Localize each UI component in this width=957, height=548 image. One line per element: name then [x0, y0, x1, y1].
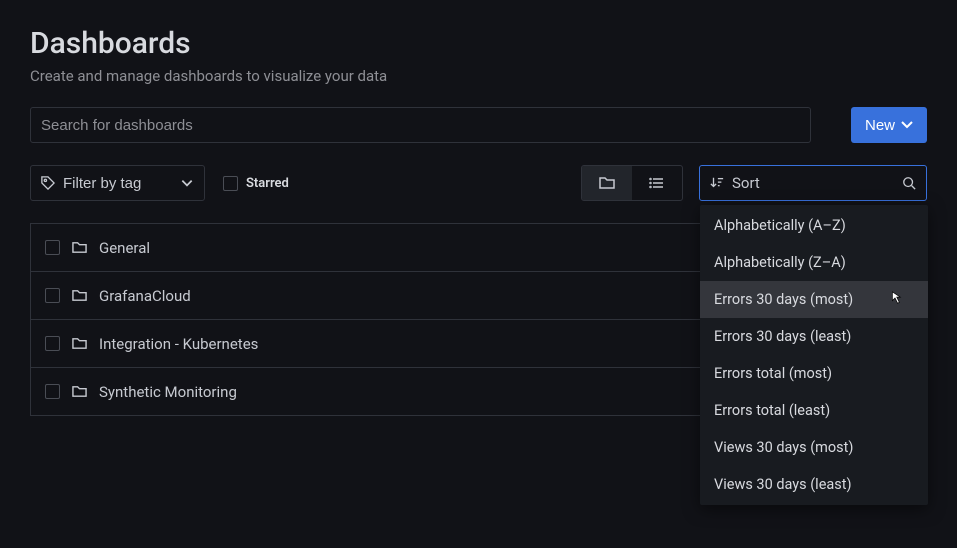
- row-checkbox[interactable]: [45, 384, 60, 399]
- view-list-button[interactable]: [632, 166, 682, 200]
- tag-icon: [41, 176, 55, 190]
- sort-menu: Alphabetically (A–Z)Alphabetically (Z–A)…: [700, 205, 928, 505]
- sort-option[interactable]: Views 30 days (least): [700, 466, 928, 503]
- sort-option[interactable]: Errors total (least): [700, 392, 928, 429]
- sort-label: Sort: [732, 174, 760, 192]
- sort-option[interactable]: Alphabetically (Z–A): [700, 244, 928, 281]
- sort-icon: [710, 176, 724, 190]
- folder-icon: [72, 240, 87, 255]
- starred-filter[interactable]: Starred: [223, 176, 289, 191]
- list-icon: [649, 175, 665, 191]
- chevron-down-icon: [901, 119, 913, 131]
- search-icon: [902, 176, 916, 190]
- view-toggle: [581, 165, 683, 201]
- cursor-pointer-icon: [888, 291, 902, 305]
- search-row: New: [30, 107, 927, 143]
- sort-option[interactable]: Errors 30 days (least): [700, 318, 928, 355]
- tag-filter-label: Filter by tag: [63, 175, 141, 192]
- sort-option[interactable]: Alphabetically (A–Z): [700, 207, 928, 244]
- row-checkbox[interactable]: [45, 240, 60, 255]
- starred-label: Starred: [246, 176, 289, 191]
- folder-name: General: [99, 239, 150, 257]
- sort-option[interactable]: Errors total (most): [700, 355, 928, 392]
- sort-option[interactable]: Views 30 days (most): [700, 429, 928, 466]
- sort-option[interactable]: Errors 30 days (most): [700, 281, 928, 318]
- page-subtitle: Create and manage dashboards to visualiz…: [30, 67, 927, 85]
- folder-icon: [72, 384, 87, 399]
- page-title: Dashboards: [30, 26, 927, 61]
- sort-dropdown[interactable]: Sort Alphabetically (A–Z)Alphabetically …: [699, 165, 927, 201]
- folder-icon: [72, 336, 87, 351]
- row-checkbox[interactable]: [45, 288, 60, 303]
- search-input[interactable]: [30, 107, 811, 143]
- folder-name: Synthetic Monitoring: [99, 383, 237, 401]
- folder-name: Integration - Kubernetes: [99, 335, 258, 353]
- new-button[interactable]: New: [851, 107, 927, 143]
- toolbar-row: Filter by tag Starred Sort Alphabeticall…: [30, 165, 927, 201]
- folder-icon: [72, 288, 87, 303]
- view-folders-button[interactable]: [582, 166, 632, 200]
- row-checkbox[interactable]: [45, 336, 60, 351]
- chevron-down-icon: [180, 176, 194, 190]
- tag-filter[interactable]: Filter by tag: [30, 165, 205, 201]
- folder-icon: [599, 175, 615, 191]
- starred-checkbox[interactable]: [223, 176, 238, 191]
- new-button-label: New: [865, 117, 895, 134]
- folder-name: GrafanaCloud: [99, 287, 191, 305]
